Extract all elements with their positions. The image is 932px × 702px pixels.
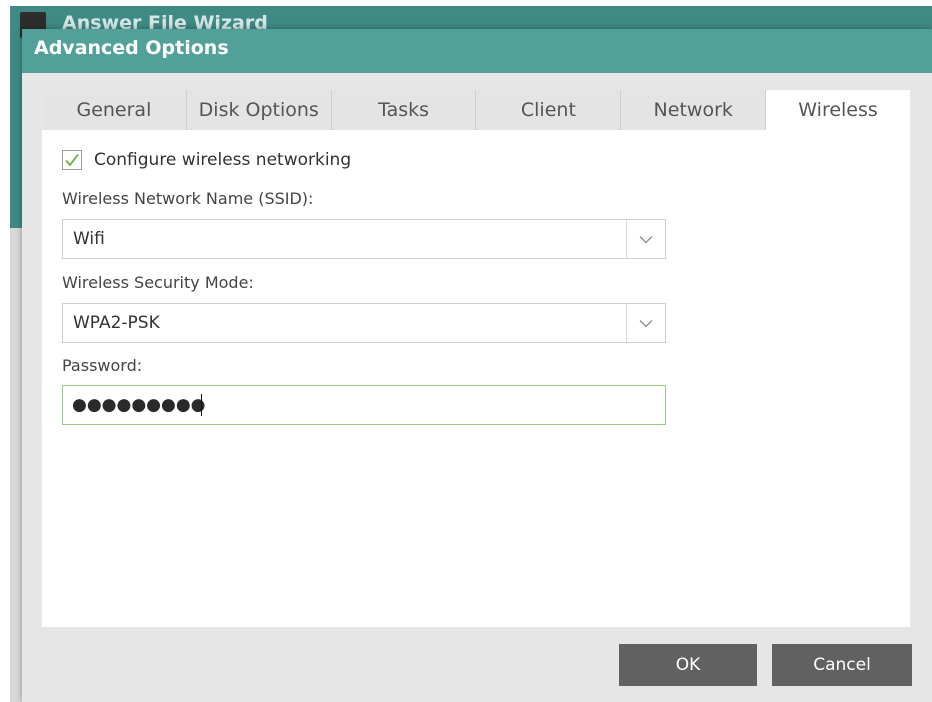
chevron-down-icon — [639, 235, 653, 243]
ssid-dropdown-button[interactable] — [626, 220, 665, 258]
wireless-panel: Configure wireless networking Wireless N… — [42, 130, 910, 627]
cancel-button[interactable]: Cancel — [772, 644, 912, 686]
chevron-down-icon — [639, 319, 653, 327]
password-field[interactable]: ●●●●●●●●● — [62, 385, 666, 425]
text-caret — [201, 394, 202, 416]
tab-strip: General Disk Options Tasks Client Networ… — [42, 90, 910, 130]
configure-wireless-label: Configure wireless networking — [94, 150, 352, 170]
tab-wireless[interactable]: Wireless — [766, 90, 910, 130]
tab-network[interactable]: Network — [621, 90, 767, 130]
tab-tasks[interactable]: Tasks — [331, 90, 477, 130]
tab-disk-options[interactable]: Disk Options — [186, 90, 332, 130]
password-label: Password: — [62, 356, 143, 375]
ssid-value: Wifi — [73, 229, 105, 249]
security-mode-dropdown[interactable]: WPA2-PSK — [62, 303, 666, 343]
dialog-title: Advanced Options — [34, 37, 229, 59]
tab-general[interactable]: General — [42, 90, 187, 130]
ssid-label: Wireless Network Name (SSID): — [62, 189, 314, 208]
ok-button[interactable]: OK — [619, 644, 757, 686]
ssid-dropdown[interactable]: Wifi — [62, 219, 666, 259]
configure-wireless-checkbox[interactable] — [62, 150, 82, 170]
tab-client[interactable]: Client — [476, 90, 622, 130]
checkmark-icon — [65, 153, 79, 167]
security-mode-value: WPA2-PSK — [73, 313, 160, 333]
dialog-titlebar[interactable]: Advanced Options — [22, 29, 932, 73]
configure-wireless-row: Configure wireless networking — [62, 150, 351, 170]
advanced-options-dialog: Advanced Options General Disk Options Ta… — [22, 29, 932, 702]
security-mode-label: Wireless Security Mode: — [62, 273, 254, 292]
security-mode-dropdown-button[interactable] — [626, 304, 665, 342]
password-masked-value: ●●●●●●●●● — [72, 395, 206, 415]
